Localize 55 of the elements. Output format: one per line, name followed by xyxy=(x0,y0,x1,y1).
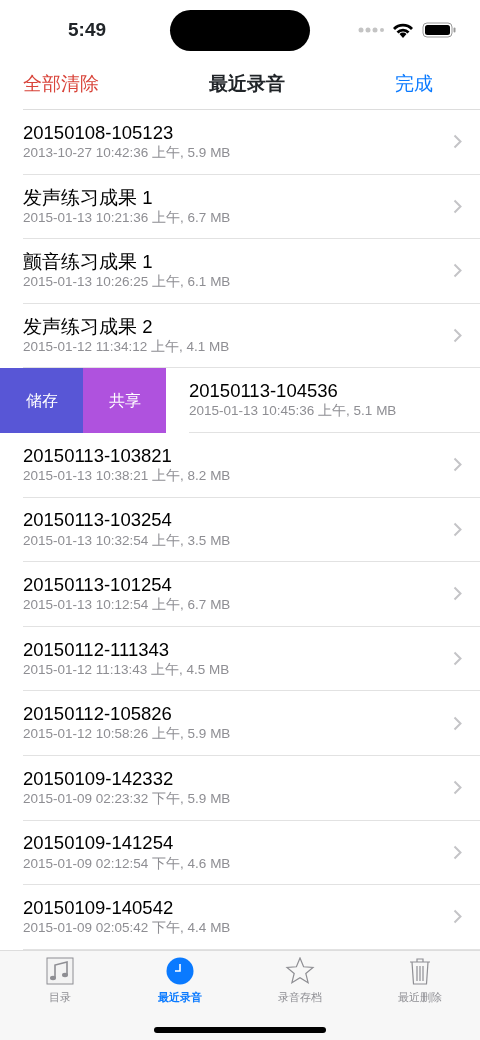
recording-title: 20150113-103254 xyxy=(23,509,173,532)
clear-all-button[interactable]: 全部清除 xyxy=(23,70,99,99)
recording-title: 颤音练习成果 1 xyxy=(23,251,154,274)
wifi-icon xyxy=(392,22,414,38)
recording-details: 2015-01-13 10:26:25 上午, 6.1 MB xyxy=(23,273,232,291)
recording-title: 发声练习成果 1 xyxy=(23,186,154,209)
recording-details: 2015-01-13 10:12:54 上午, 6.7 MB xyxy=(23,596,232,614)
chevron-icon xyxy=(453,457,462,473)
trash-icon xyxy=(409,956,431,985)
tab-bar-item[interactable]: 最近录音 xyxy=(120,950,240,1006)
recording-title: 20150109-141254 xyxy=(23,832,175,855)
recording-details: 2015-01-13 10:32:54 上午, 3.5 MB xyxy=(23,531,232,550)
recording-title: 20150113-103821 xyxy=(23,444,173,468)
tab-bar-item[interactable]: 最近删除 xyxy=(360,950,480,1006)
swipe-action-button[interactable]: 储存 xyxy=(0,368,83,433)
chevron-icon xyxy=(453,198,462,214)
chevron-icon xyxy=(453,328,462,344)
chevron-icon xyxy=(453,909,462,925)
recording-title: 20150113-101254 xyxy=(23,574,173,597)
chevron-icon xyxy=(453,651,462,667)
chevron-icon xyxy=(453,263,462,279)
recording-details: 2015-01-13 10:38:21 上午, 8.2 MB xyxy=(23,467,232,485)
screen-title: 最近录音 xyxy=(209,72,285,97)
battery-icon xyxy=(422,22,456,38)
music-note-icon xyxy=(46,956,74,985)
chevron-icon xyxy=(453,780,462,796)
chevron-icon xyxy=(453,134,462,150)
recording-details: 2015-01-13 10:21:36 上午, 6.7 MB xyxy=(23,208,232,227)
recording-details: 2013-10-27 10:42:36 上午, 5.9 MB xyxy=(23,144,232,162)
chevron-icon xyxy=(453,586,462,602)
chevron-icon xyxy=(453,844,462,860)
recording-title: 20150108-105123 xyxy=(23,121,175,145)
swipe-action-button[interactable]: 共享 xyxy=(83,368,166,433)
signal-icon xyxy=(358,27,384,33)
clock-icon xyxy=(166,956,194,985)
recording-title: 20150109-140542 xyxy=(23,897,175,920)
recording-title: 发声练习成果 2 xyxy=(23,315,154,338)
recording-details: 2015-01-12 11:13:43 上午, 4.5 MB xyxy=(23,660,231,679)
recording-details: 2015-01-09 02:23:32 下午, 5.9 MB xyxy=(23,790,232,808)
star-icon xyxy=(285,956,315,985)
chevron-icon xyxy=(453,521,462,537)
recording-title: 20150113-104536 xyxy=(189,380,339,403)
recording-details: 2015-01-13 10:45:36 上午, 5.1 MB xyxy=(189,402,398,421)
tab-bar-item[interactable]: 目录 xyxy=(0,950,120,1006)
done-button[interactable]: 完成 xyxy=(395,70,433,99)
recording-title: 20150112-111343 xyxy=(23,638,171,661)
recording-details: 2015-01-09 02:12:54 下午, 4.6 MB xyxy=(23,854,232,873)
chevron-icon xyxy=(453,715,462,731)
recording-title: 20150112-105826 xyxy=(23,703,173,726)
recording-details: 2015-01-09 02:05:42 下午, 4.4 MB xyxy=(23,919,232,937)
status-time: 5:49 xyxy=(68,17,108,42)
recording-details: 2015-01-12 11:34:12 上午, 4.1 MB xyxy=(23,337,231,356)
recording-details: 2015-01-12 10:58:26 上午, 5.9 MB xyxy=(23,725,232,743)
recording-title: 20150109-142332 xyxy=(23,767,175,791)
tab-bar-item[interactable]: 录音存档 xyxy=(240,950,360,1006)
